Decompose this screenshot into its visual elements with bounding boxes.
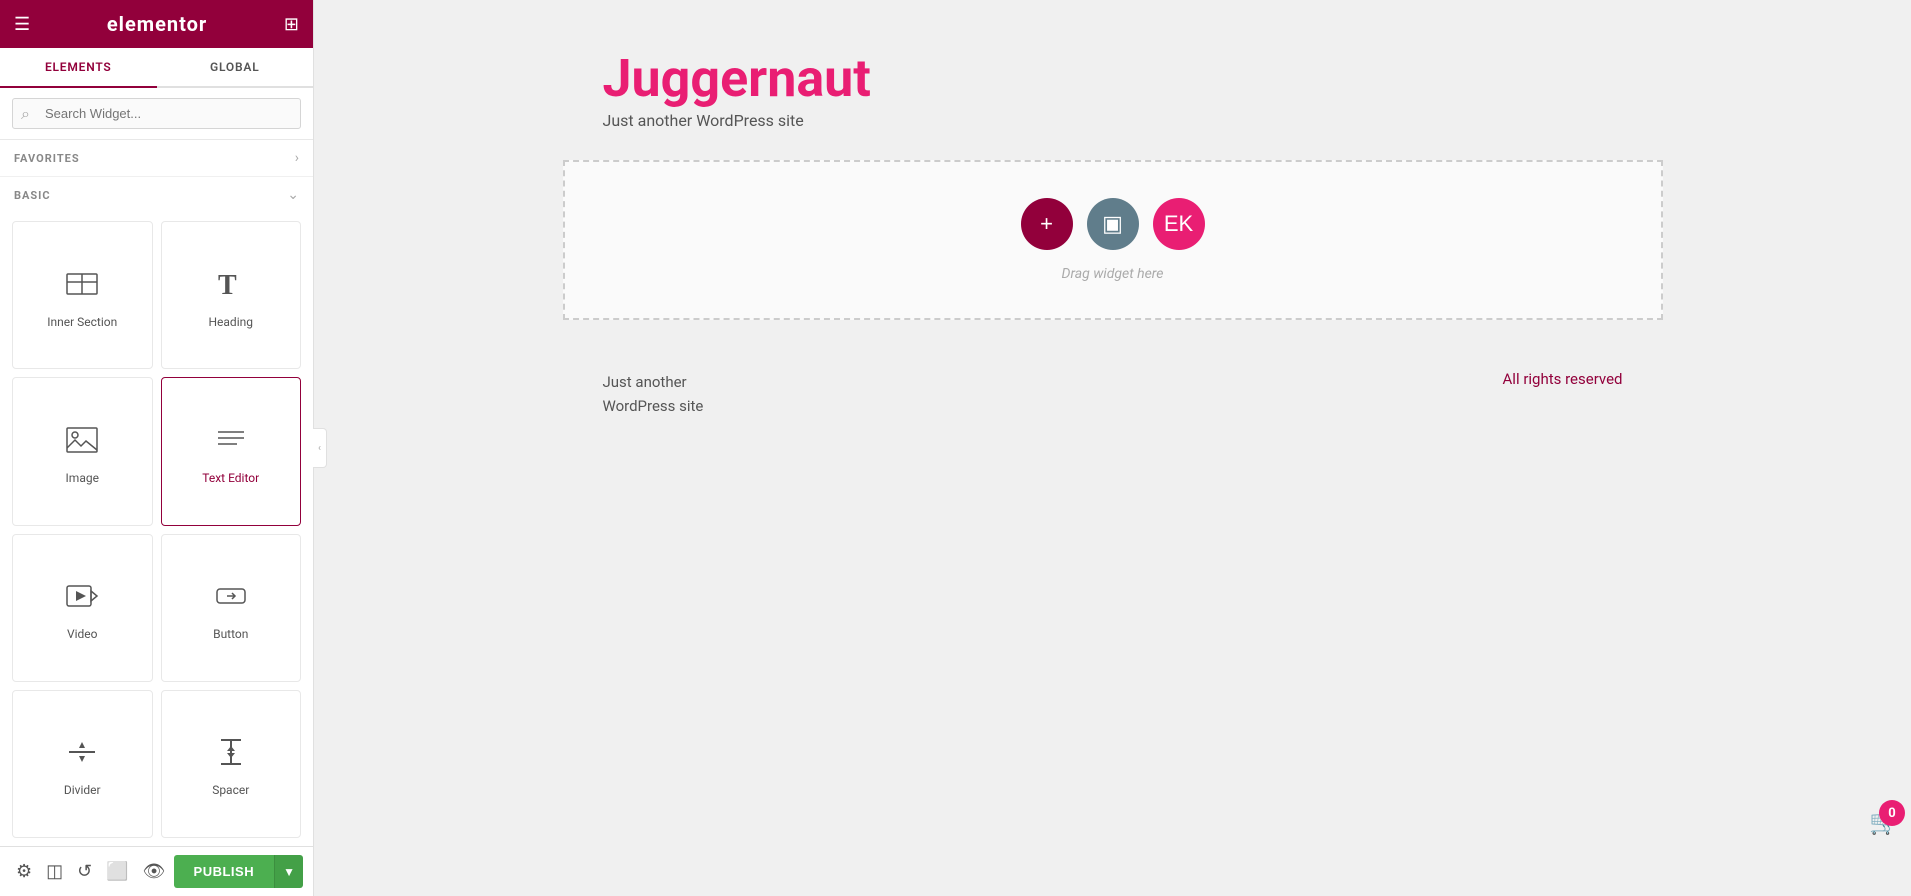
canvas-inner: Juggernaut Just another WordPress site +…	[563, 0, 1663, 508]
drag-widget-text: Drag widget here	[1062, 266, 1164, 282]
chevron-right-icon: ›	[295, 150, 299, 166]
template-button[interactable]: ▣	[1087, 198, 1139, 250]
widget-video[interactable]: Video	[12, 534, 153, 682]
image-icon	[64, 422, 100, 463]
site-header: Juggernaut Just another WordPress site	[563, 30, 1663, 160]
hamburger-icon[interactable]: ☰	[14, 14, 30, 35]
elementor-kit-button[interactable]: EK	[1153, 198, 1205, 250]
drop-zone[interactable]: + ▣ EK Drag widget here	[563, 160, 1663, 320]
main-canvas: Juggernaut Just another WordPress site +…	[314, 0, 1911, 896]
widget-heading[interactable]: T Heading	[161, 221, 302, 369]
footer-left-line1: Just another	[603, 370, 704, 394]
widget-inner-section[interactable]: Inner Section	[12, 221, 153, 369]
drop-zone-buttons: + ▣ EK	[1021, 198, 1205, 250]
heading-label: Heading	[208, 315, 253, 329]
search-input[interactable]	[12, 98, 301, 129]
layers-icon[interactable]: ◫	[40, 855, 69, 888]
widget-image[interactable]: Image	[12, 377, 153, 525]
sidebar: ☰ elementor ⊞ ELEMENTS GLOBAL FAVORITES …	[0, 0, 314, 896]
settings-icon[interactable]: ⚙	[10, 855, 38, 888]
text-editor-label: Text Editor	[202, 471, 259, 485]
widget-spacer[interactable]: Spacer	[161, 690, 302, 838]
sidebar-header: ☰ elementor ⊞	[0, 0, 313, 48]
history-icon[interactable]: ↺	[71, 855, 98, 888]
publish-button[interactable]: PUBLISH	[174, 855, 275, 888]
favorites-section[interactable]: FAVORITES ›	[0, 140, 313, 177]
sidebar-footer: ⚙ ◫ ↺ ⬜ 👁 PUBLISH ▼	[0, 846, 313, 896]
responsive-icon[interactable]: ⬜	[100, 855, 134, 888]
footer-left-line2: WordPress site	[603, 394, 704, 418]
sidebar-tabs: ELEMENTS GLOBAL	[0, 48, 313, 88]
publish-arrow-button[interactable]: ▼	[274, 855, 303, 888]
search-bar	[0, 88, 313, 140]
favorites-label: FAVORITES	[14, 152, 80, 165]
text-editor-icon	[213, 422, 249, 463]
footer-left: Just another WordPress site	[603, 370, 704, 418]
tab-global[interactable]: GLOBAL	[157, 48, 314, 86]
inner-section-label: Inner Section	[47, 315, 117, 329]
cart-badge[interactable]: 🛒 0	[1869, 808, 1899, 836]
cart-count: 0	[1879, 800, 1905, 826]
site-tagline: Just another WordPress site	[603, 111, 1623, 130]
spacer-icon	[213, 734, 249, 775]
tab-elements[interactable]: ELEMENTS	[0, 48, 157, 88]
publish-btn-group: PUBLISH ▼	[174, 855, 303, 888]
svg-text:T: T	[218, 270, 237, 301]
widget-button[interactable]: Button	[161, 534, 302, 682]
elementor-logo: elementor	[107, 12, 207, 36]
heading-icon: T	[213, 266, 249, 307]
widgets-grid: Inner Section T Heading Image	[0, 213, 313, 846]
site-footer: Just another WordPress site All rights r…	[563, 340, 1663, 448]
spacer-label: Spacer	[212, 783, 249, 797]
collapse-handle[interactable]: ‹	[313, 428, 327, 468]
divider-icon	[64, 734, 100, 775]
chevron-down-icon: ⌄	[287, 187, 299, 203]
button-icon	[213, 578, 249, 619]
inner-section-icon	[64, 266, 100, 307]
widget-text-editor[interactable]: Text Editor	[161, 377, 302, 525]
video-label: Video	[67, 627, 98, 641]
widget-divider[interactable]: Divider	[12, 690, 153, 838]
basic-label: BASIC	[14, 189, 51, 202]
video-icon	[64, 578, 100, 619]
preview-icon[interactable]: 👁	[137, 855, 172, 888]
site-title: Juggernaut	[603, 50, 1623, 107]
divider-label: Divider	[64, 783, 101, 797]
button-label: Button	[213, 627, 248, 641]
basic-section-header[interactable]: BASIC ⌄	[0, 177, 313, 213]
footer-right: All rights reserved	[1503, 370, 1623, 388]
add-section-button[interactable]: +	[1021, 198, 1073, 250]
image-label: Image	[66, 471, 99, 485]
grid-icon[interactable]: ⊞	[284, 14, 299, 35]
